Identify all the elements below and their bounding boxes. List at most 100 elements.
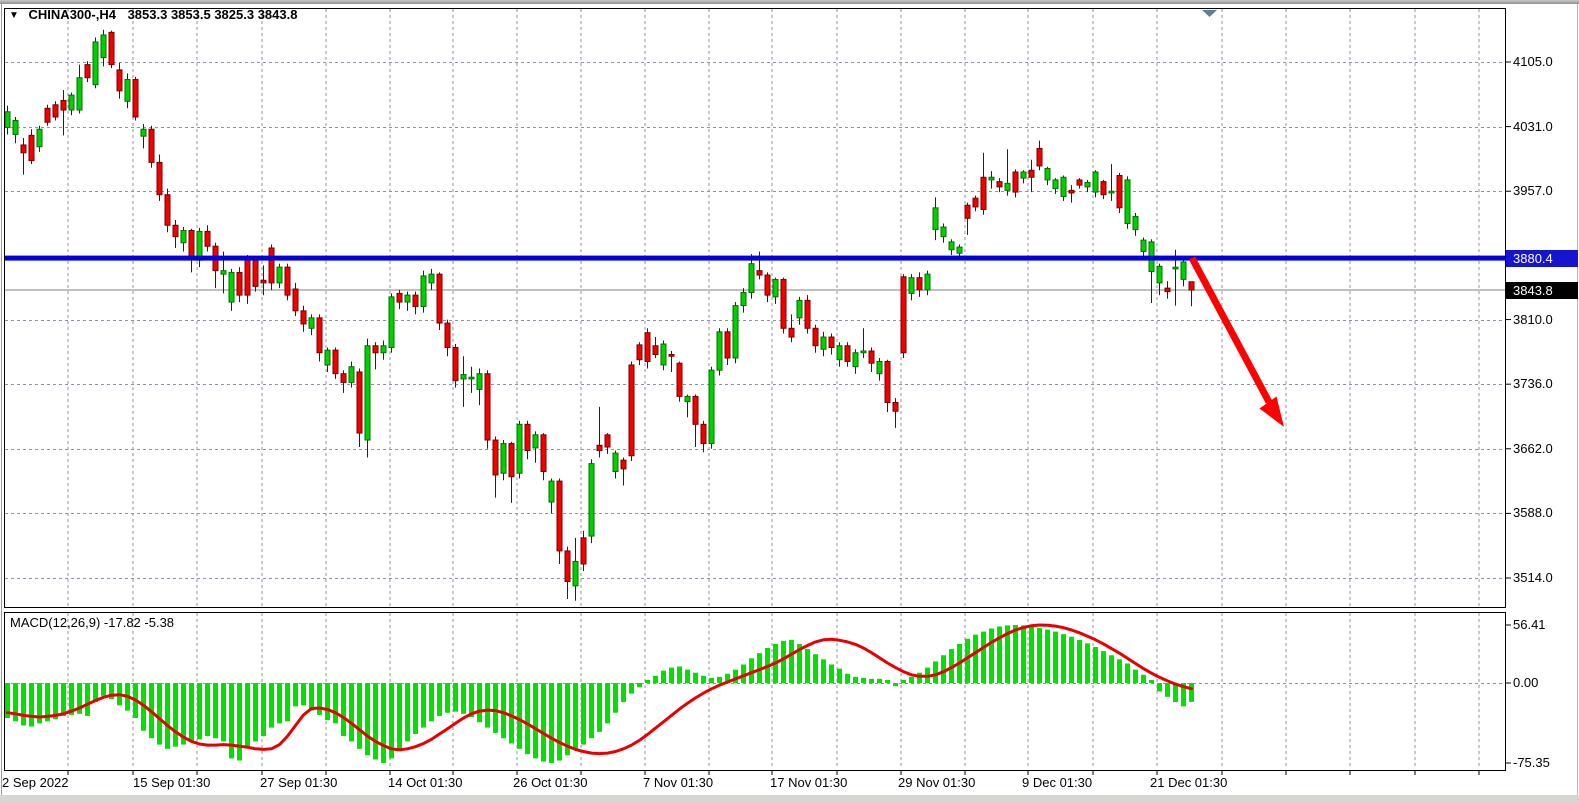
red-arrow-shaft[interactable]	[1192, 258, 1269, 402]
candle-bear	[117, 70, 122, 91]
macd-histogram-bar	[237, 683, 242, 761]
candle-bear	[85, 65, 90, 78]
candle-bull	[1109, 191, 1114, 193]
time-tick-label: 9 Dec 01:30	[1022, 775, 1092, 790]
macd-histogram-bar	[485, 683, 490, 728]
candle-bear	[61, 100, 66, 110]
price-tick-label: 3662.0	[1513, 441, 1553, 456]
macd-histogram-bar	[221, 683, 226, 741]
candle-bear	[1029, 170, 1034, 177]
macd-histogram-bar	[501, 683, 506, 738]
candle-bear	[997, 182, 1002, 187]
macd-histogram-bar	[781, 641, 786, 683]
macd-histogram-bar	[61, 683, 66, 716]
candle-bull	[13, 120, 18, 134]
red-arrow-head[interactable]	[1260, 397, 1285, 428]
macd-indicator-label: MACD(12,26,9) -17.82 -5.38	[10, 615, 174, 630]
macd-histogram-bar	[821, 659, 826, 683]
mt4-chart-window: ▼ CHINA300-,H4 3853.3 3853.5 3825.3 3843…	[0, 0, 1579, 803]
time-tick-label: 29 Nov 01:30	[898, 775, 975, 790]
macd-histogram-bar	[493, 683, 498, 733]
candle-bear	[845, 346, 850, 362]
macd-histogram-bar	[1101, 651, 1106, 683]
macd-histogram-bar	[157, 683, 162, 745]
macd-histogram-bar	[853, 677, 858, 683]
time-tick-label: 14 Oct 01:30	[388, 775, 462, 790]
macd-histogram-bar	[325, 683, 330, 720]
candle-bear	[829, 337, 834, 347]
macd-histogram-bar	[477, 683, 482, 722]
macd-histogram-bar	[341, 683, 346, 736]
candle-bull	[957, 247, 962, 253]
candle-bull	[1061, 177, 1066, 196]
candle-bull	[877, 361, 882, 373]
macd-histogram-bar	[205, 683, 210, 736]
candle-bull	[1181, 262, 1186, 279]
candle-bear	[725, 332, 730, 358]
candle-bear	[133, 79, 138, 117]
macd-histogram-bar	[277, 683, 282, 723]
chart-canvas[interactable]	[0, 0, 1579, 803]
macd-indicator-layer	[5, 625, 1194, 763]
candle-bull	[37, 129, 42, 146]
candle-bull	[989, 177, 994, 180]
panel-borders	[5, 9, 1506, 771]
candle-bull	[1045, 169, 1050, 180]
candle-bear	[693, 396, 698, 424]
candle-bear	[645, 333, 650, 362]
time-tick-label: 27 Sep 01:30	[260, 775, 337, 790]
candle-bull	[461, 375, 466, 379]
macd-histogram-bar	[677, 667, 682, 683]
macd-histogram-bar	[1061, 634, 1066, 683]
macd-histogram-bar	[885, 680, 890, 683]
symbol-timeframe-label: CHINA300-,H4	[29, 7, 116, 22]
candle-bear	[789, 328, 794, 337]
candle-bear	[1117, 176, 1122, 208]
hline-3880[interactable]	[5, 256, 1505, 261]
candle-bull	[685, 396, 690, 401]
candle-bull	[1141, 240, 1146, 251]
candle-bull	[125, 79, 130, 101]
candle-bull	[949, 242, 954, 250]
candle-bear	[805, 300, 810, 328]
candle-bull	[573, 561, 578, 585]
macd-histogram-bar	[597, 683, 602, 732]
macd-histogram-bar	[1053, 632, 1058, 683]
candle-bear	[269, 248, 274, 283]
red-arrow-annotation[interactable]	[1192, 258, 1284, 427]
candle-bear	[253, 260, 258, 286]
time-tick-label: 21 Dec 01:30	[1150, 775, 1227, 790]
macd-histogram-bar	[373, 683, 378, 759]
macd-histogram-bar	[1093, 647, 1098, 683]
symbol-dropdown-icon[interactable]: ▼	[9, 10, 19, 21]
macd-histogram-bar	[1189, 683, 1194, 702]
candle-bear	[893, 403, 898, 412]
macd-histogram-bar	[701, 676, 706, 683]
candle-bull	[749, 264, 754, 293]
candle-bull	[1021, 172, 1026, 178]
macd-histogram-bar	[285, 683, 290, 721]
candle-bear	[1077, 180, 1082, 185]
candle-bear	[21, 145, 26, 153]
candle-bear	[373, 346, 378, 353]
macd-histogram-bar	[1085, 643, 1090, 683]
candle-bear	[781, 279, 786, 328]
macd-histogram-bar	[269, 683, 274, 728]
candle-bear	[1189, 282, 1194, 290]
macd-histogram-bar	[197, 683, 202, 739]
candle-bull	[1125, 180, 1130, 224]
macd-histogram-bar	[21, 683, 26, 725]
candle-bear	[453, 348, 458, 381]
candle-bear	[813, 328, 818, 345]
candle-bull	[141, 129, 146, 136]
macd-histogram-bar	[877, 679, 882, 683]
candle-bear	[757, 271, 762, 275]
horizontal-line-3880[interactable]	[5, 256, 1505, 261]
chart-shift-icon[interactable]	[1202, 10, 1217, 17]
candle-bull	[469, 377, 474, 379]
candle-bear	[653, 346, 658, 355]
macd-histogram-bar	[85, 683, 90, 716]
chart-shift-marker-icon[interactable]	[1202, 10, 1217, 17]
main-panel-border	[5, 9, 1506, 608]
candle-bear	[525, 424, 530, 450]
